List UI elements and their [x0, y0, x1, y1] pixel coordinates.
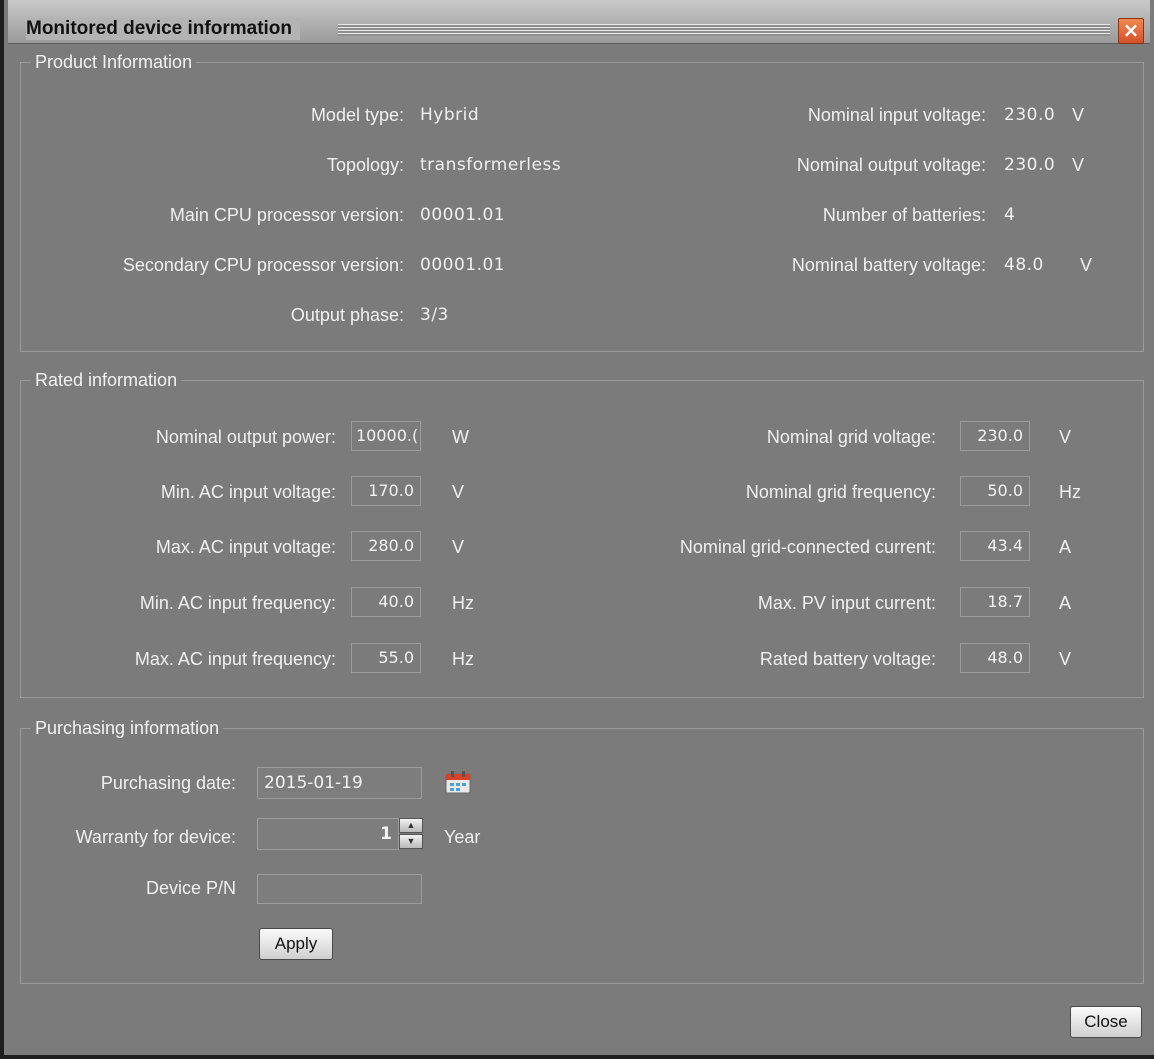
rated-battery-voltage-label: Rated battery voltage: [759, 649, 936, 669]
window-title: Monitored device information [26, 18, 301, 40]
nominal-grid-voltage-label: Nominal grid voltage: [766, 427, 936, 447]
model-type-label: Model type: [310, 105, 404, 125]
warranty-unit: Year [444, 827, 481, 847]
nominal-output-power-unit: W [452, 427, 469, 447]
stepper-down-icon[interactable]: ▼ [399, 834, 423, 849]
model-type-value: Hybrid [420, 105, 480, 125]
max-pv-input-current-field: 18.7 [960, 587, 1030, 617]
warranty-input[interactable]: 1 [257, 818, 399, 850]
max-ac-input-frequency-unit: Hz [452, 649, 474, 669]
purchasing-information-legend: Purchasing information [31, 717, 224, 739]
rated-battery-voltage-unit: V [1059, 649, 1072, 669]
nominal-grid-connected-current-label: Nominal grid-connected current: [679, 537, 936, 557]
main-cpu-version-value: 00001.01 [420, 205, 506, 225]
nominal-output-voltage-unit: V [1072, 155, 1085, 175]
stepper-up-icon[interactable]: ▲ [399, 818, 423, 833]
nominal-output-power-label: Nominal output power: [155, 427, 336, 447]
min-ac-input-frequency-field: 40.0 [351, 587, 421, 617]
min-ac-input-frequency-label: Min. AC input frequency: [139, 593, 336, 613]
nominal-output-voltage-value: 230.0 [1004, 155, 1056, 175]
nominal-battery-voltage-unit: V [1080, 255, 1093, 275]
title-bar[interactable]: Monitored device information × [8, 0, 1150, 44]
device-pn-label: Device P/N [145, 878, 236, 898]
output-phase-value: 3/3 [420, 305, 449, 325]
apply-button[interactable]: Apply [259, 928, 333, 960]
number-of-batteries-label: Number of batteries: [822, 205, 986, 225]
nominal-battery-voltage-label: Nominal battery voltage: [791, 255, 986, 275]
min-ac-input-voltage-label: Min. AC input voltage: [160, 482, 336, 502]
max-pv-input-current-label: Max. PV input current: [757, 593, 936, 613]
nominal-grid-frequency-field: 50.0 [960, 476, 1030, 506]
nominal-grid-voltage-field: 230.0 [960, 421, 1030, 451]
max-ac-input-voltage-field: 280.0 [351, 531, 421, 561]
max-ac-input-frequency-label: Max. AC input frequency: [134, 649, 336, 669]
rated-battery-voltage-field: 48.0 [960, 643, 1030, 673]
nominal-output-voltage-label: Nominal output voltage: [796, 155, 986, 175]
nominal-input-voltage-value: 230.0 [1004, 105, 1056, 125]
warranty-label: Warranty for device: [75, 827, 236, 847]
topology-value: transformerless [420, 155, 562, 175]
main-cpu-version-label: Main CPU processor version: [169, 205, 404, 225]
warranty-stepper[interactable]: ▲ ▼ [399, 818, 425, 850]
nominal-grid-connected-current-unit: A [1059, 537, 1072, 557]
purchasing-date-label: Purchasing date: [100, 773, 236, 793]
max-pv-input-current-unit: A [1059, 593, 1072, 613]
calendar-icon[interactable] [445, 770, 471, 794]
secondary-cpu-version-value: 00001.01 [420, 255, 506, 275]
window-bottom-edge [4, 1055, 1154, 1059]
nominal-output-power-field: 10000.( [351, 421, 421, 451]
close-button[interactable]: Close [1070, 1006, 1142, 1038]
nominal-grid-connected-current-field: 43.4 [960, 531, 1030, 561]
nominal-grid-voltage-unit: V [1059, 427, 1072, 447]
purchasing-date-input[interactable]: 2015-01-19 [257, 767, 422, 799]
max-ac-input-voltage-label: Max. AC input voltage: [155, 537, 336, 557]
output-phase-label: Output phase: [290, 305, 404, 325]
min-ac-input-voltage-unit: V [452, 482, 465, 502]
device-pn-input[interactable] [257, 874, 422, 904]
nominal-battery-voltage-value: 48.0 [1004, 255, 1044, 275]
max-ac-input-frequency-field: 55.0 [351, 643, 421, 673]
purchasing-information-group: Purchasing information [20, 717, 1144, 984]
max-ac-input-voltage-unit: V [452, 537, 465, 557]
secondary-cpu-version-label: Secondary CPU processor version: [122, 255, 404, 275]
nominal-grid-frequency-label: Nominal grid frequency: [745, 482, 936, 502]
nominal-grid-frequency-unit: Hz [1059, 482, 1081, 502]
nominal-input-voltage-label: Nominal input voltage: [807, 105, 986, 125]
min-ac-input-voltage-field: 170.0 [351, 476, 421, 506]
topology-label: Topology: [326, 155, 404, 175]
product-information-legend: Product Information [31, 51, 197, 73]
min-ac-input-frequency-unit: Hz [452, 593, 474, 613]
number-of-batteries-value: 4 [1004, 205, 1016, 225]
title-bar-grip [338, 24, 1110, 36]
nominal-input-voltage-unit: V [1072, 105, 1085, 125]
close-icon[interactable]: × [1118, 18, 1144, 44]
device-info-window: Monitored device information × Product I… [0, 0, 1154, 1059]
rated-information-legend: Rated information [31, 369, 182, 391]
